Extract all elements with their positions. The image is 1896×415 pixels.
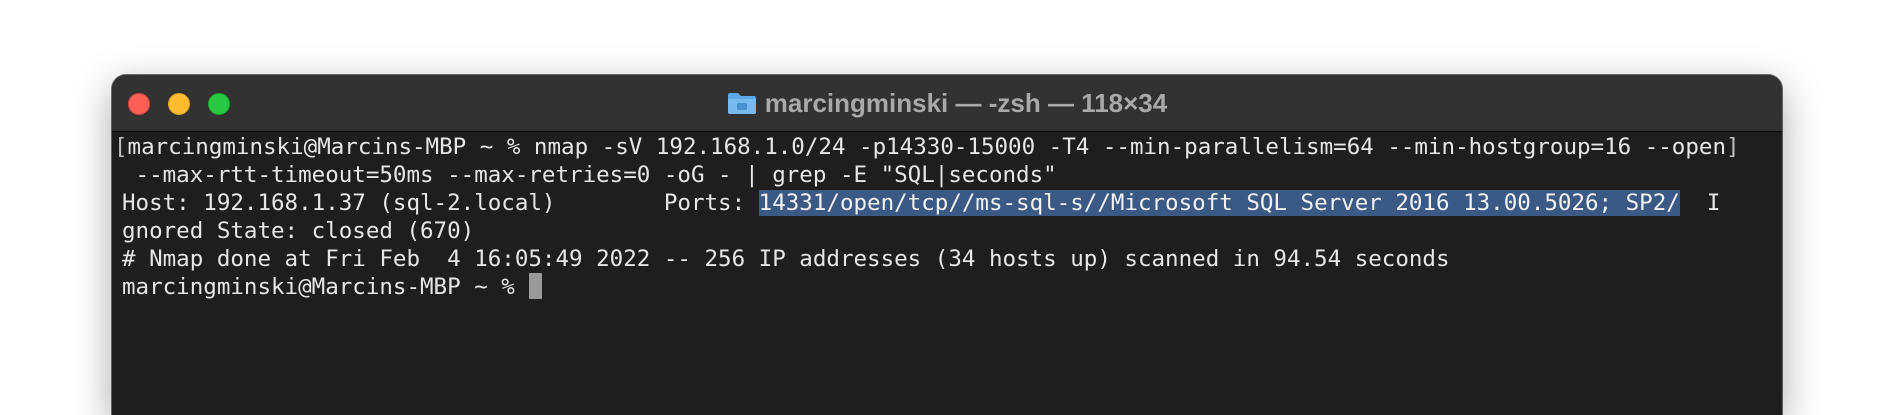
window-title: marcingminski — -zsh — 118×34	[112, 75, 1782, 131]
terminal-window: marcingminski — -zsh — 118×34 [marcingmi…	[112, 75, 1782, 415]
command-text: marcingminski@Marcins-MBP ~ % nmap -sV 1…	[127, 134, 1726, 160]
terminal-line-command: [marcingminski@Marcins-MBP ~ % nmap -sV …	[114, 133, 1740, 161]
text-cursor	[529, 273, 543, 299]
terminal-line-ignored-state: gnored State: closed (670)	[122, 217, 474, 245]
terminal-content[interactable]: [marcingminski@Marcins-MBP ~ % nmap -sV …	[112, 132, 1782, 415]
command-continued-text: --max-rtt-timeout=50ms --max-retries=0 -…	[122, 162, 1057, 188]
ignored-state-text: gnored State: closed (670)	[122, 218, 475, 244]
bracket-left: [	[114, 134, 128, 160]
title-bar[interactable]: marcingminski — -zsh — 118×34	[112, 75, 1782, 132]
terminal-line-command-continued: --max-rtt-timeout=50ms --max-retries=0 -…	[122, 161, 1057, 189]
terminal-line-prompt[interactable]: marcingminski@Marcins-MBP ~ %	[122, 273, 543, 301]
folder-icon	[727, 91, 757, 115]
host-text: Host: 192.168.1.37 (sql-2.local) Ports:	[122, 190, 759, 216]
terminal-line-nmap-done: # Nmap done at Fri Feb 4 16:05:49 2022 -…	[122, 245, 1450, 273]
host-text-after: I	[1679, 190, 1721, 216]
window-title-text: marcingminski — -zsh — 118×34	[764, 87, 1168, 118]
terminal-line-host: Host: 192.168.1.37 (sql-2.local) Ports: …	[122, 189, 1720, 217]
bracket-right: ]	[1726, 134, 1740, 160]
prompt-text: marcingminski@Marcins-MBP ~ %	[122, 274, 529, 300]
selected-text[interactable]: 14331/open/tcp//ms-sql-s//Microsoft SQL …	[758, 190, 1680, 216]
nmap-done-text: # Nmap done at Fri Feb 4 16:05:49 2022 -…	[122, 246, 1450, 272]
